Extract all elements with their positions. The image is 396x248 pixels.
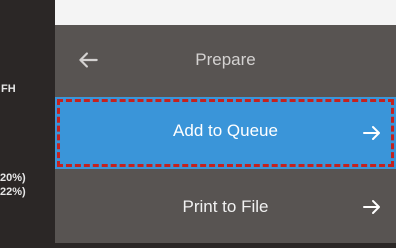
page-title: Prepare (195, 50, 256, 69)
print-to-file-button[interactable]: Print to File (55, 170, 396, 242)
left-side-panel: FH 20%) 22%) (0, 0, 55, 248)
top-bar (55, 0, 396, 25)
fh-label: FH (1, 83, 16, 95)
print-to-file-label: Print to File (182, 197, 269, 216)
arrow-right-icon (363, 200, 380, 214)
percent-label-1: 20%) (0, 172, 26, 184)
arrow-right-icon (363, 126, 380, 140)
add-to-queue-button[interactable]: Add to Queue (55, 97, 396, 169)
percent-label-2: 22%) (0, 186, 26, 198)
bottom-strip (55, 243, 396, 248)
prepare-header: Prepare (55, 36, 396, 86)
add-to-queue-label: Add to Queue (173, 121, 278, 140)
